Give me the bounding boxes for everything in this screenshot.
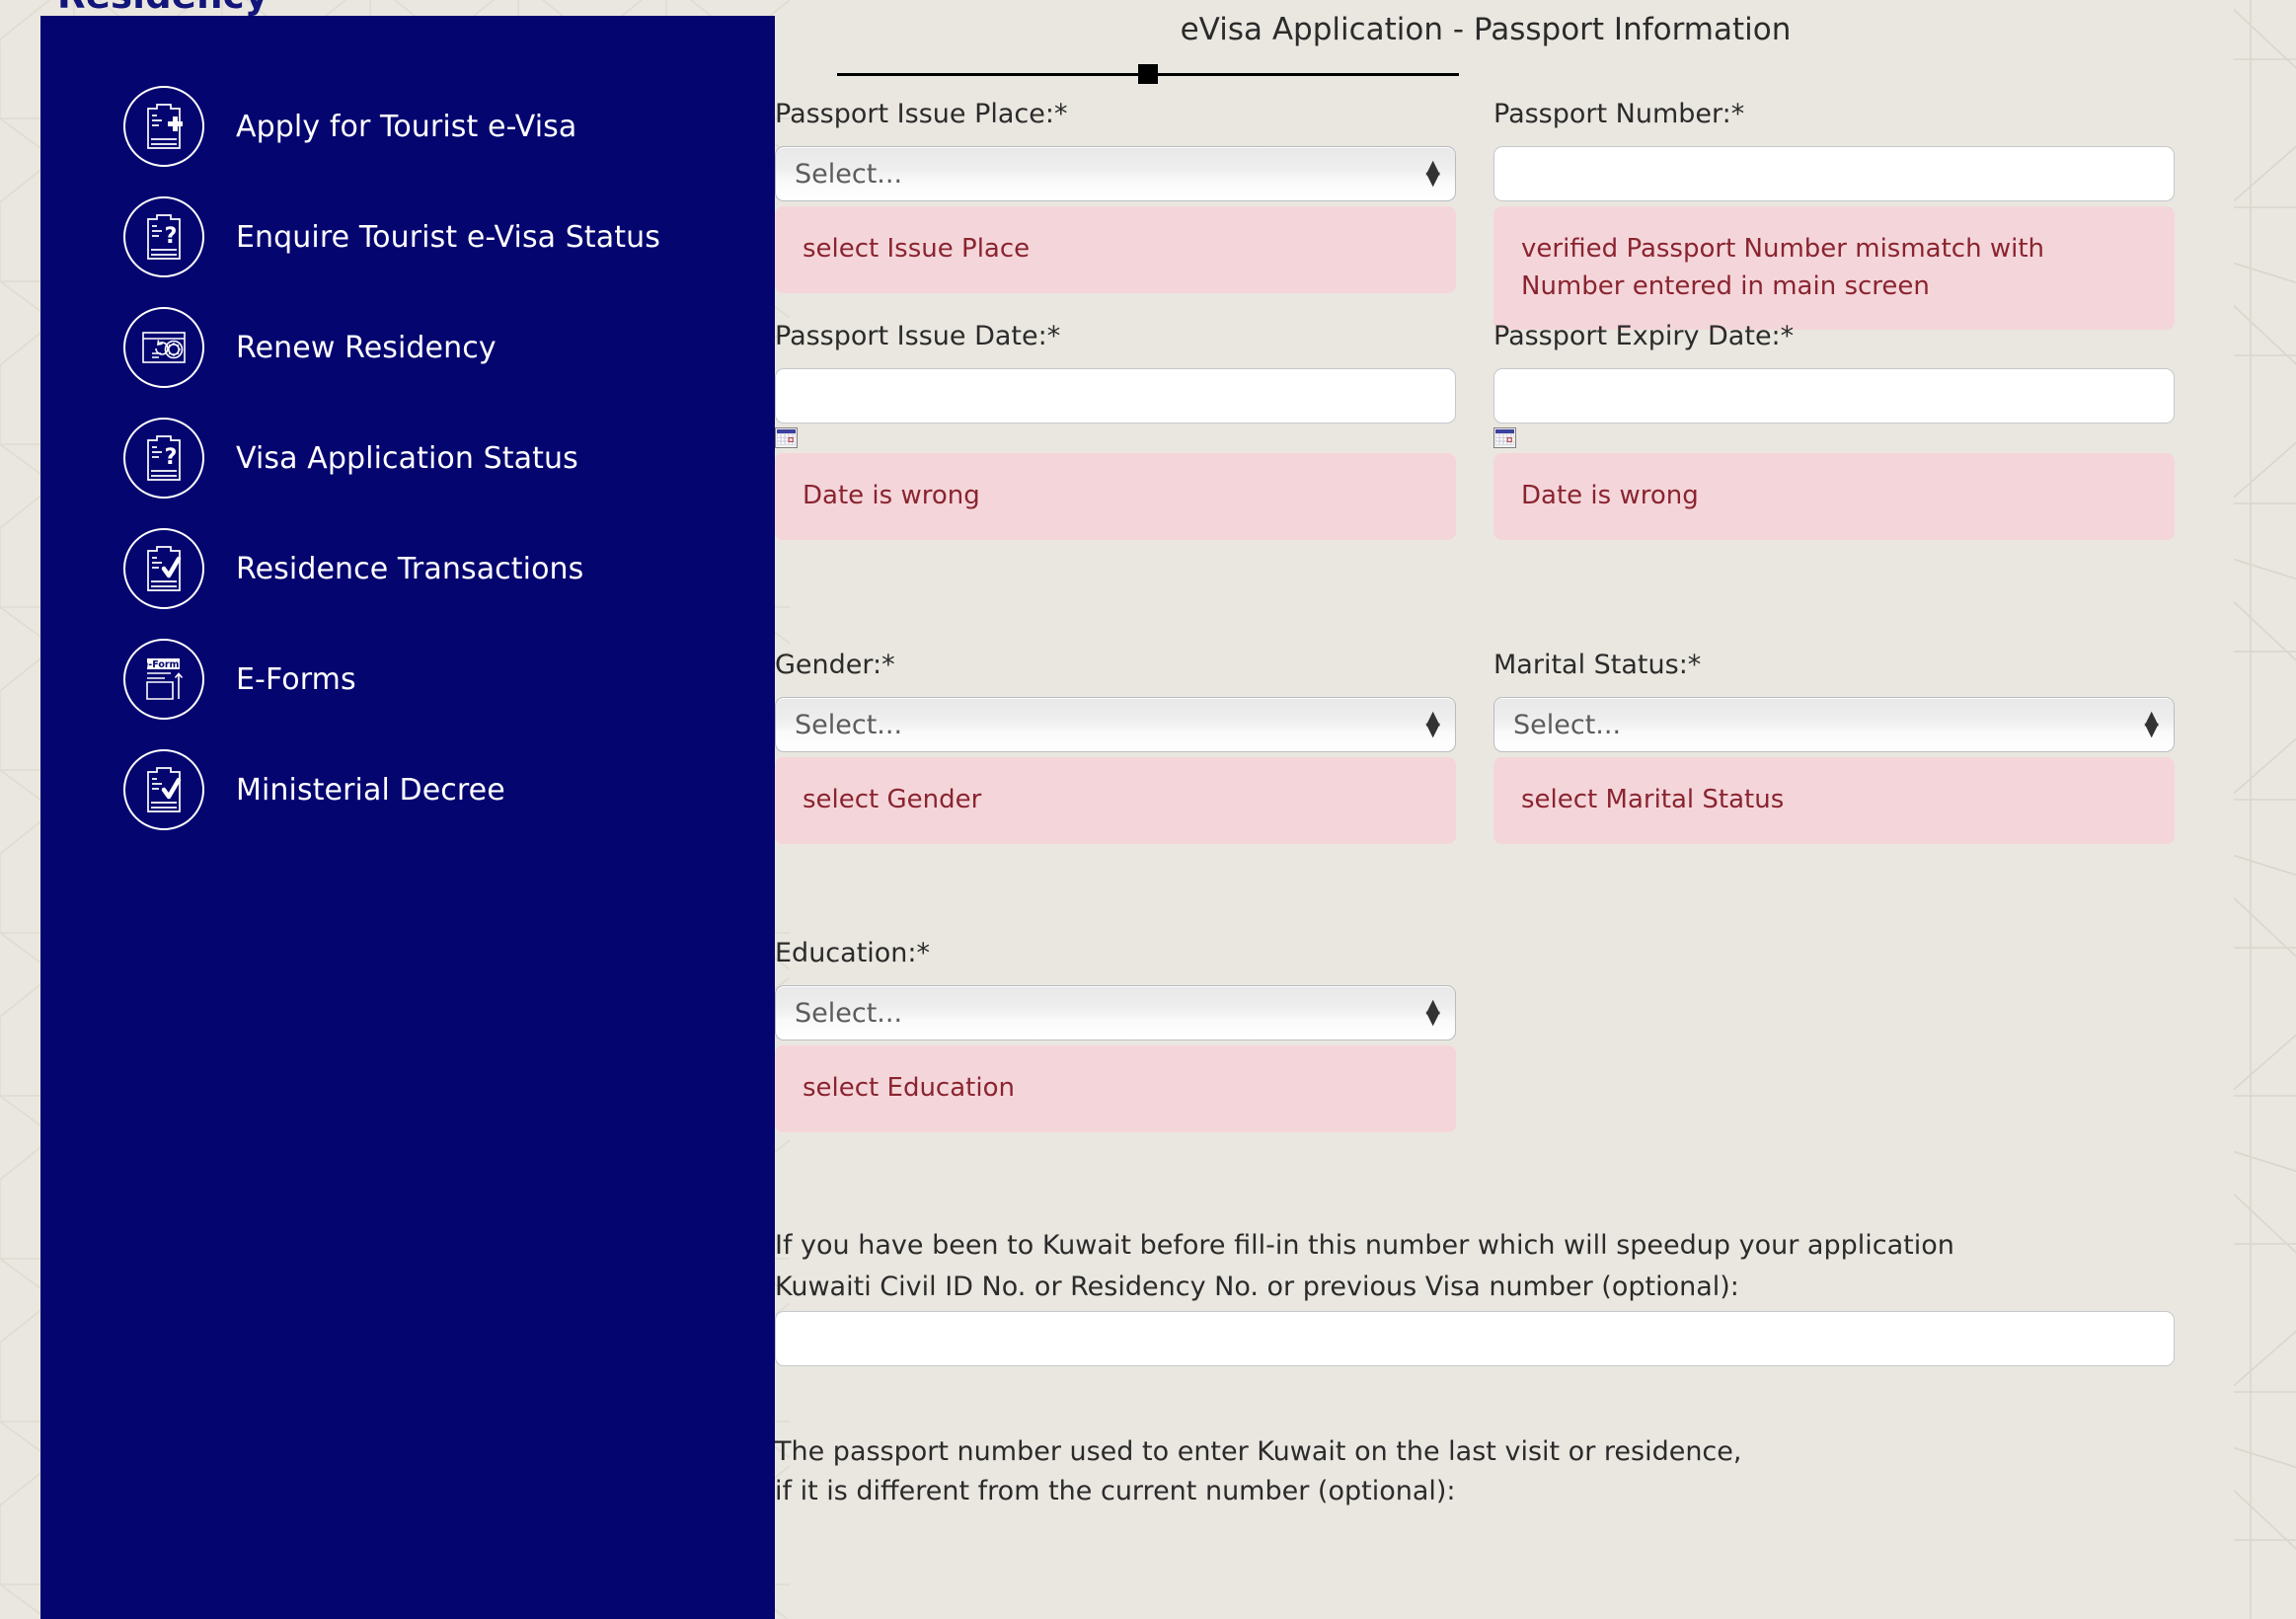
field-passport-number: Passport Number:* verified Passport Numb… xyxy=(1493,99,2175,331)
sidebar-item-label: Residence Transactions xyxy=(236,551,584,586)
previous-number-note-line-2: Kuwaiti Civil ID No. or Residency No. or… xyxy=(775,1272,1739,1302)
field-marital-status: Marital Status:* Select... ▲ ▼ select Mar… xyxy=(1493,650,2175,844)
passport-issue-date-input[interactable] xyxy=(775,368,1456,424)
field-passport-issue-date: Passport Issue Date:* Date is wrong xyxy=(775,321,1456,540)
select-value: Select... xyxy=(795,158,903,190)
sidebar-item-label: Apply for Tourist e-Visa xyxy=(236,109,577,144)
field-gender: Gender:* Select... ▲ ▼ select Gender xyxy=(775,650,1456,844)
svg-text:?: ? xyxy=(165,224,178,249)
select-value: Select... xyxy=(795,997,903,1029)
form-title: eVisa Application - Passport Information xyxy=(1180,12,1792,47)
sidebar-item-label: Renew Residency xyxy=(236,330,497,365)
document-plus-icon xyxy=(123,86,204,167)
passport-issue-date-error: Date is wrong xyxy=(775,453,1456,540)
field-label: Passport Issue Place:* xyxy=(775,99,1068,129)
marital-status-select[interactable]: Select... ▲ ▼ xyxy=(1493,697,2175,752)
svg-text:?: ? xyxy=(165,445,178,470)
sidebar-item-enquire-tourist-evisa-status[interactable]: ? Enquire Tourist e-Visa Status xyxy=(40,182,775,292)
field-label: Passport Issue Date:* xyxy=(775,321,1061,351)
page-title: Residency xyxy=(57,0,268,17)
education-select[interactable]: Select... ▲ ▼ xyxy=(775,985,1456,1041)
chevron-updown-icon: ▲ ▼ xyxy=(1425,707,1440,740)
passport-issue-place-select[interactable]: Select... ▲ ▼ xyxy=(775,146,1456,201)
sidebar-item-label: Ministerial Decree xyxy=(236,772,505,808)
previous-number-input[interactable] xyxy=(775,1311,2175,1366)
passport-expiry-date-input[interactable] xyxy=(1493,368,2175,424)
previous-passport-note-line-2: if it is different from the current numb… xyxy=(775,1476,1456,1506)
passport-number-error: verified Passport Number mismatch with N… xyxy=(1493,206,2175,331)
marital-status-error: select Marital Status xyxy=(1493,757,2175,844)
passport-number-input[interactable] xyxy=(1493,146,2175,201)
gender-error: select Gender xyxy=(775,757,1456,844)
field-passport-expiry-date: Passport Expiry Date:* Date is wrong xyxy=(1493,321,2175,540)
document-question-icon: ? xyxy=(123,196,204,277)
select-value: Select... xyxy=(1513,709,1622,740)
field-label: Education:* xyxy=(775,938,931,968)
field-education: Education:* Select... ▲ ▼ select Educatio… xyxy=(775,938,1456,1132)
previous-passport-note-line-1: The passport number used to enter Kuwait… xyxy=(775,1436,1742,1467)
field-label: Passport Number:* xyxy=(1493,99,1745,129)
chevron-updown-icon: ▲ ▼ xyxy=(1425,156,1440,190)
field-label: Passport Expiry Date:* xyxy=(1493,321,1795,351)
field-passport-issue-place: Passport Issue Place:* Select... ▲ ▼ sele… xyxy=(775,99,1456,293)
sidebar-item-label: Visa Application Status xyxy=(236,440,578,476)
svg-text:e-Forms: e-Forms xyxy=(142,659,186,670)
id-card-refresh-icon xyxy=(123,307,204,388)
passport-expiry-date-error: Date is wrong xyxy=(1493,453,2175,540)
calendar-icon[interactable] xyxy=(775,427,798,448)
passport-issue-place-error: select Issue Place xyxy=(775,206,1456,293)
document-check-icon xyxy=(123,528,204,609)
main-form-panel: eVisa Application - Passport Information… xyxy=(775,0,2236,1619)
education-error: select Education xyxy=(775,1045,1456,1132)
sidebar-item-visa-application-status[interactable]: ? Visa Application Status xyxy=(40,403,775,513)
sidebar-item-e-forms[interactable]: e-Forms E-Forms xyxy=(40,624,775,734)
chevron-updown-icon: ▲ ▼ xyxy=(1425,995,1440,1029)
progress-indicator xyxy=(837,61,1459,87)
chevron-updown-icon: ▲ ▼ xyxy=(2144,707,2159,740)
sidebar-item-label: E-Forms xyxy=(236,661,356,697)
document-question-icon: ? xyxy=(123,418,204,499)
sidebar-item-renew-residency[interactable]: Renew Residency xyxy=(40,292,775,403)
sidebar-item-label: Enquire Tourist e-Visa Status xyxy=(236,219,660,255)
sidebar-item-residence-transactions[interactable]: Residence Transactions xyxy=(40,513,775,624)
sidebar: Apply for Tourist e-Visa ? Enquire Touri… xyxy=(40,16,775,1619)
field-label: Gender:* xyxy=(775,650,895,680)
sidebar-item-apply-tourist-evisa[interactable]: Apply for Tourist e-Visa xyxy=(40,71,775,182)
previous-number-note-line-1: If you have been to Kuwait before fill-i… xyxy=(775,1230,1954,1261)
document-check-icon xyxy=(123,749,204,830)
select-value: Select... xyxy=(795,709,903,740)
sidebar-nav-list: Apply for Tourist e-Visa ? Enquire Touri… xyxy=(40,71,775,845)
gender-select[interactable]: Select... ▲ ▼ xyxy=(775,697,1456,752)
sidebar-item-ministerial-decree[interactable]: Ministerial Decree xyxy=(40,734,775,845)
field-label: Marital Status:* xyxy=(1493,650,1702,680)
calendar-icon[interactable] xyxy=(1493,427,1516,448)
e-forms-upload-icon: e-Forms xyxy=(123,639,204,720)
progress-marker[interactable] xyxy=(1138,64,1158,84)
field-previous-number xyxy=(775,1311,2175,1366)
